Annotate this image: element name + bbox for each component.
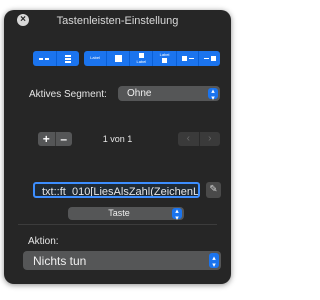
segment-style-stacked-icon[interactable]	[57, 51, 80, 66]
icon-left-of-label-icon[interactable]	[177, 51, 199, 66]
icon-only-icon[interactable]	[107, 51, 131, 66]
chevron-updown-icon: ▴ ▾	[209, 253, 219, 269]
title-bar: × Tastenleisten-Einstellung	[4, 10, 231, 34]
page-navigation: ‹ ›	[178, 132, 220, 146]
chevron-updown-icon: ▴ ▾	[172, 208, 182, 222]
icon-above-label-icon[interactable]: Label	[153, 51, 177, 66]
active-segment-popup[interactable]: Ohne ▴ ▾	[118, 86, 220, 102]
icon-below-label-icon[interactable]: Label	[130, 51, 154, 66]
segment-style-wide-icon[interactable]	[33, 51, 57, 66]
segment-style-control	[33, 51, 79, 66]
action-label: Aktion:	[28, 236, 59, 247]
action-popup[interactable]: Nichts tun ▴ ▾	[23, 251, 221, 270]
next-button[interactable]: ›	[200, 132, 221, 146]
chevron-updown-icon: ▴ ▾	[208, 88, 218, 102]
window-title: Tastenleisten-Einstellung	[56, 15, 179, 27]
active-segment-label: Aktives Segment:	[29, 89, 107, 100]
type-popup[interactable]: Taste ▴ ▾	[68, 207, 184, 222]
label-only-icon[interactable]: Label	[84, 51, 108, 66]
label-formula-field[interactable]: txt::ft_010[LiesAlsZahl(ZeichenL	[33, 182, 200, 198]
previous-button[interactable]: ‹	[178, 132, 200, 146]
label-layout-control: Label Label Label	[84, 51, 220, 66]
button-bar-setup-panel: × Tastenleisten-Einstellung Label Label …	[4, 10, 231, 284]
icon-right-of-label-icon[interactable]	[199, 51, 220, 66]
divider	[18, 224, 217, 225]
pencil-icon[interactable]: ✎	[206, 182, 221, 198]
